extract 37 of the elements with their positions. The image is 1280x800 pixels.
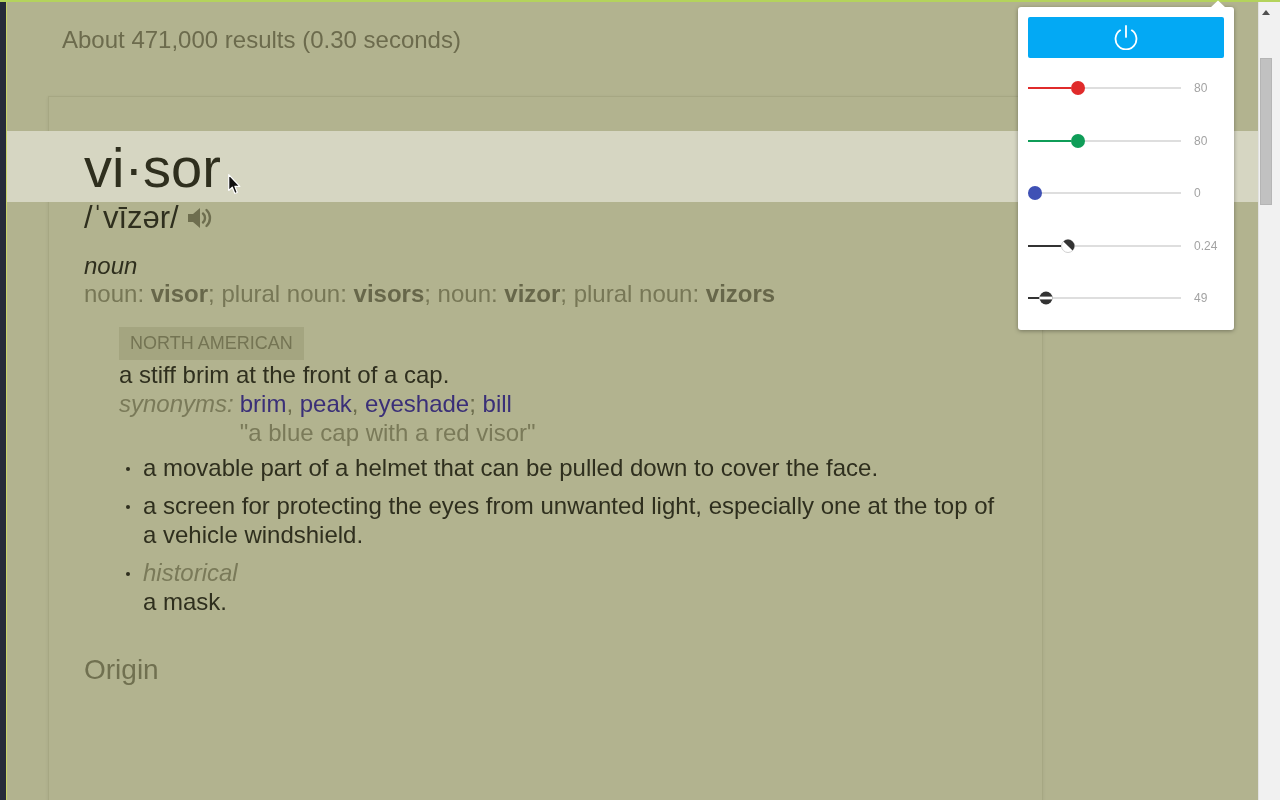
pronunciation: /ˈvīzər/ [84,202,179,233]
slider-thumb[interactable] [1039,291,1054,306]
slider-value: 0 [1194,186,1201,201]
slider-fill [1028,87,1072,90]
slider-thumb[interactable] [1028,186,1042,201]
definition: a stiff brim at the front of a cap. [119,360,450,389]
synonym-link[interactable]: brim [239,390,287,417]
bullet-icon [126,467,130,471]
mouse-pointer-icon [228,174,242,195]
scrollbar-thumb[interactable] [1260,58,1272,205]
results-count: About 471,000 results (0.30 seconds) [62,28,461,52]
usage-label: historical [143,558,238,587]
usage-example: "a blue cap with a red visor" [239,418,536,447]
power-icon [1114,25,1138,50]
slider-thumb[interactable] [1071,133,1086,148]
synonym-link[interactable]: bill [482,390,512,417]
slider-thumb[interactable] [1071,81,1086,96]
bullet-icon [126,505,130,509]
slider-fill [1028,139,1072,142]
synonym-list: brim, peak, eyeshade; bill [239,389,536,418]
definition: a movable part of a helmet that can be pulled down to cover the face. [143,453,879,482]
synonym-link[interactable]: eyeshade [365,390,470,417]
slider-value: 0.24 [1194,238,1218,253]
origin-heading: Origin [84,656,159,684]
bullet-icon [126,572,130,576]
scroll-up-arrow-icon[interactable] [1262,10,1270,15]
headword: vi·sor [84,140,221,196]
synonyms-label: synonyms: [119,389,234,418]
synonym-link[interactable]: peak [299,390,352,417]
slider-value: 49 [1194,291,1208,306]
part-of-speech: noun [84,252,138,280]
word-forms: noun: visor; plural noun: visors; noun: vizor; plural noun: vizors [84,280,776,308]
slider-value: 80 [1194,81,1208,96]
definition: a screen for protecting the eyes from unwanted light, especially one at the top of a vehicle windshield. [143,491,996,549]
slider-thumb[interactable] [1061,238,1076,253]
definition: a mask. [143,587,228,616]
slider-value: 80 [1194,133,1208,148]
